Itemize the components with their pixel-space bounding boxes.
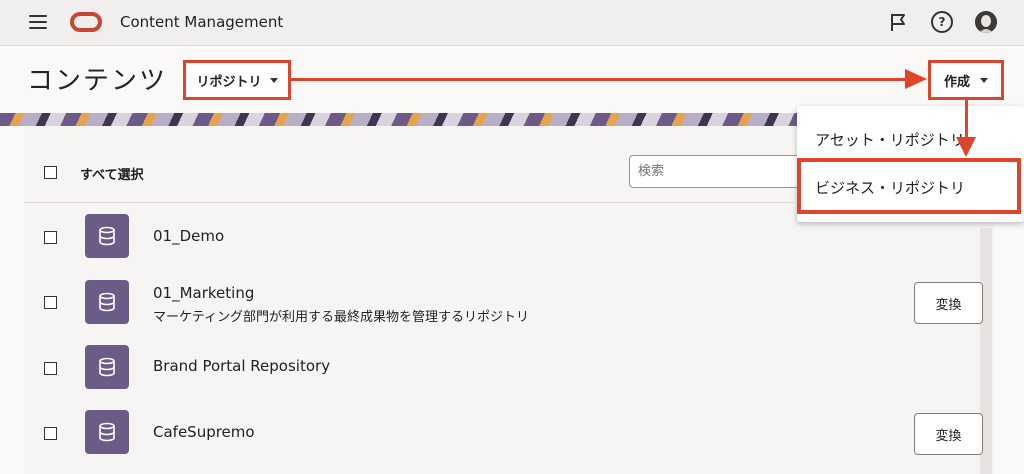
menu-icon[interactable] <box>29 15 47 29</box>
repository-dropdown-label: リポジトリ <box>196 74 262 90</box>
annotation-arrow-vertical <box>965 100 968 138</box>
database-icon <box>99 422 115 442</box>
avatar[interactable] <box>975 11 997 33</box>
select-all-label: すべて選択 <box>80 168 144 183</box>
divider <box>24 202 794 203</box>
repository-name[interactable]: CafeSupremo <box>153 423 255 441</box>
create-button[interactable]: 作成 <box>928 60 1004 100</box>
convert-button[interactable]: 変換 <box>914 282 983 324</box>
repository-icon <box>85 410 129 454</box>
annotation-arrowhead-down <box>956 137 976 157</box>
oracle-logo[interactable] <box>70 12 102 32</box>
chevron-down-icon <box>269 77 278 83</box>
repository-name[interactable]: 01_Marketing <box>153 284 254 302</box>
chevron-down-icon <box>980 77 988 83</box>
database-icon <box>99 226 115 246</box>
row-checkbox[interactable] <box>44 231 57 244</box>
annotation-highlight-box <box>797 158 1021 214</box>
database-icon <box>99 357 115 377</box>
repository-dropdown[interactable]: リポジトリ <box>183 60 291 100</box>
help-icon[interactable]: ? <box>931 11 953 33</box>
page-title: コンテンツ <box>27 66 168 96</box>
row-checkbox[interactable] <box>44 362 57 375</box>
search-input[interactable] <box>629 155 809 188</box>
select-all-checkbox[interactable] <box>44 166 57 179</box>
flag-icon[interactable] <box>887 11 909 33</box>
row-checkbox[interactable] <box>44 296 57 309</box>
create-button-label: 作成 <box>943 74 970 90</box>
database-icon <box>99 292 115 312</box>
annotation-arrowhead-right <box>905 69 927 89</box>
row-checkbox[interactable] <box>44 427 57 440</box>
menu-item-asset-repository[interactable]: アセット・リポジトリ <box>797 129 1024 150</box>
app-title: Content Management <box>120 13 284 31</box>
repository-description: マーケティング部門が利用する最終成果物を管理するリポジトリ <box>153 310 529 325</box>
top-bar: Content Management ? <box>0 0 1024 46</box>
annotation-arrow-horizontal <box>291 78 906 81</box>
convert-button[interactable]: 変換 <box>914 413 983 455</box>
repository-icon <box>85 345 129 389</box>
repository-icon <box>85 280 129 324</box>
repository-icon <box>85 214 129 258</box>
repository-name[interactable]: 01_Demo <box>153 227 224 245</box>
repository-name[interactable]: Brand Portal Repository <box>153 357 330 375</box>
